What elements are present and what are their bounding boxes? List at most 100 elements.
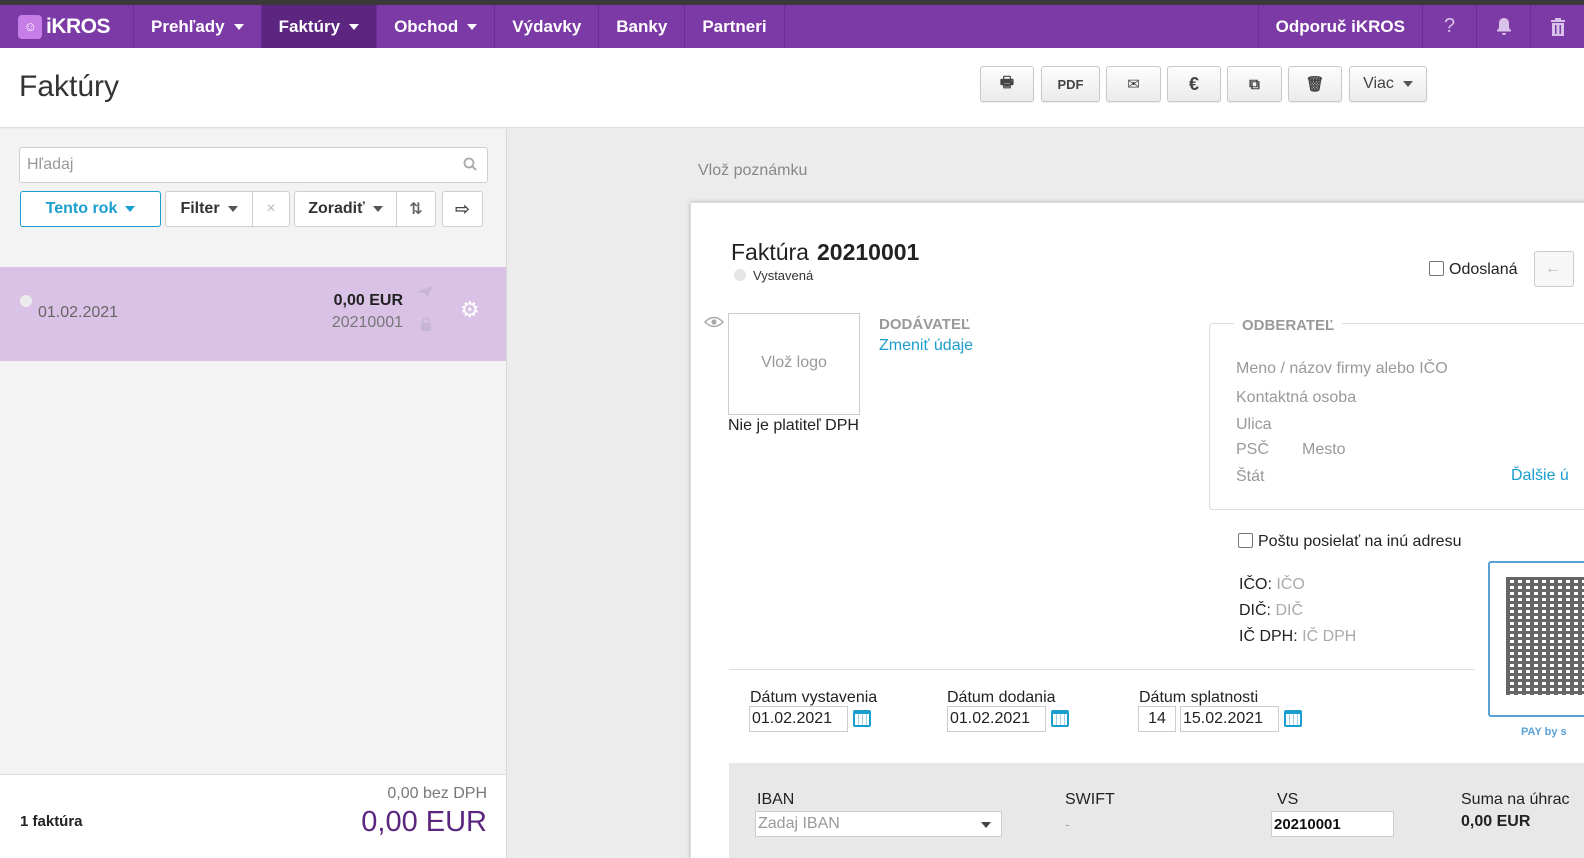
- invoice-title-label: Faktúra: [731, 239, 809, 265]
- logo-mark-icon: ☺: [18, 14, 42, 39]
- period-label: Tento rok: [45, 200, 118, 217]
- gear-icon[interactable]: ⚙: [460, 297, 480, 323]
- search-placeholder: Hľadaj: [27, 156, 74, 173]
- pdf-button[interactable]: PDF: [1041, 66, 1100, 102]
- calendar-icon[interactable]: [853, 710, 871, 727]
- chevron-down-icon: [125, 206, 136, 212]
- print-button[interactable]: 🖶: [980, 66, 1034, 102]
- swift-value: -: [1065, 816, 1070, 832]
- invoice-status: Vystavená: [753, 268, 814, 283]
- sort-direction-button[interactable]: ⇅: [396, 191, 436, 227]
- lock-icon: [420, 317, 432, 335]
- copy-button[interactable]: ⧉: [1227, 66, 1282, 102]
- help-icon[interactable]: ?: [1422, 5, 1476, 48]
- nav-item-label: Prehľady: [151, 16, 225, 36]
- invoice-list-item[interactable]: 01.02.2021 0,00 EUR 20210001 ⚙: [0, 267, 506, 361]
- qr-code: [1488, 561, 1584, 717]
- total-amount: 0,00 EUR: [361, 806, 487, 838]
- search-icon: [463, 157, 477, 175]
- pdf-label: PDF: [1057, 76, 1084, 92]
- refer-ikros-link[interactable]: Odporuč iKROS: [1259, 5, 1422, 48]
- clear-filter-button[interactable]: ×: [252, 191, 290, 227]
- issue-date-label: Dátum vystavenia: [750, 689, 878, 706]
- ico-placeholder: IČO: [1276, 576, 1305, 593]
- invoice-title: Faktúra 20210001: [731, 239, 919, 266]
- due-date-input[interactable]: 15.02.2021: [1180, 706, 1279, 732]
- calendar-icon[interactable]: [1051, 710, 1069, 727]
- eye-icon[interactable]: [703, 315, 725, 333]
- customer-street-field[interactable]: Ulica: [1236, 416, 1272, 434]
- vat-status-note: Nie je platiteľ DPH: [728, 417, 859, 434]
- status-dot: [20, 295, 32, 307]
- alt-post-address-checkbox[interactable]: Poštu posielať na inú adresu: [1238, 533, 1461, 551]
- nav-item-label: Obchod: [394, 16, 459, 36]
- trash-icon: 🗑: [1305, 76, 1325, 93]
- nav-item-vydavky[interactable]: Výdavky: [495, 5, 600, 48]
- ico-field[interactable]: IČO: IČO: [1239, 576, 1305, 594]
- sort-arrows-icon: ⇅: [409, 201, 423, 218]
- back-arrow-button[interactable]: ←: [1534, 251, 1574, 287]
- total-net: 0,00 bez DPH: [387, 785, 487, 802]
- filter-label: Filter: [180, 200, 220, 217]
- more-label: Viac: [1363, 75, 1394, 92]
- iban-select[interactable]: Zadaj IBAN: [755, 811, 1002, 837]
- sort-button[interactable]: Zoradiť: [294, 191, 397, 227]
- page-header: Faktúry 🖶 PDF ✉ € ⧉ 🗑 Viac: [0, 48, 1584, 128]
- period-filter-button[interactable]: Tento rok: [20, 191, 161, 227]
- customer-zip-field[interactable]: PSČ: [1236, 441, 1269, 459]
- nav-item-banky[interactable]: Banky: [599, 5, 686, 48]
- swift-label: SWIFT: [1065, 791, 1115, 808]
- issue-date-input[interactable]: 01.02.2021: [749, 706, 848, 732]
- invoice-amount: 0,00 EUR: [333, 292, 403, 309]
- filter-button[interactable]: Filter: [165, 191, 253, 227]
- calendar-icon[interactable]: [1284, 710, 1302, 727]
- chevron-down-icon: [349, 23, 360, 30]
- sent-checkbox[interactable]: Odoslaná: [1429, 261, 1518, 279]
- customer-country-field[interactable]: Štát: [1236, 468, 1264, 486]
- refer-label: Odporuč iKROS: [1275, 16, 1405, 36]
- email-button[interactable]: ✉: [1106, 66, 1161, 102]
- export-button[interactable]: ⇨: [442, 191, 483, 227]
- customer-name-field[interactable]: Meno / názov firmy alebo IČO: [1236, 360, 1448, 378]
- app-logo[interactable]: ☺ iKROS: [0, 5, 134, 48]
- add-note-link[interactable]: Vlož poznámku: [698, 162, 807, 180]
- checkbox-box[interactable]: [1429, 261, 1444, 276]
- nav-item-faktury[interactable]: Faktúry: [261, 5, 378, 48]
- bell-icon[interactable]: [1476, 5, 1530, 48]
- delivery-date-label: Dátum dodania: [947, 689, 1056, 706]
- customer-contact-field[interactable]: Kontaktná osoba: [1236, 389, 1356, 407]
- main-navbar: ☺ iKROS Prehľady Faktúry Obchod Výdavky …: [0, 5, 1584, 48]
- logo-text: iKROS: [46, 14, 111, 38]
- sum-label: Suma na úhrac: [1461, 791, 1570, 808]
- list-footer: 1 faktúra 0,00 bez DPH 0,00 EUR: [0, 774, 506, 858]
- customer-city-field[interactable]: Mesto: [1302, 441, 1346, 459]
- due-days-input[interactable]: 14: [1138, 706, 1176, 732]
- search-input[interactable]: Hľadaj: [19, 147, 488, 183]
- pay-by-square-label: PAY by s: [1521, 726, 1567, 738]
- delivery-date-input[interactable]: 01.02.2021: [947, 706, 1046, 732]
- nav-item-prehlady[interactable]: Prehľady: [134, 5, 262, 48]
- change-supplier-link[interactable]: Zmeniť údaje: [879, 337, 973, 355]
- sent-label: Odoslaná: [1449, 261, 1518, 278]
- icdph-label: IČ DPH:: [1239, 628, 1298, 645]
- printer-icon: 🖶: [999, 73, 1015, 91]
- sum-value: 0,00 EUR: [1461, 813, 1531, 830]
- nav-item-partneri[interactable]: Partneri: [685, 5, 785, 48]
- dic-field[interactable]: DIČ: DIČ: [1239, 602, 1303, 620]
- invoice-date: 01.02.2021: [38, 304, 119, 321]
- trash-icon[interactable]: [1530, 5, 1584, 48]
- chevron-down-icon: [227, 206, 238, 212]
- delete-button[interactable]: 🗑: [1288, 66, 1342, 102]
- more-button[interactable]: Viac: [1349, 66, 1427, 102]
- checkbox-box[interactable]: [1238, 533, 1253, 548]
- logo-upload-box[interactable]: Vlož logo: [728, 313, 860, 415]
- payment-button[interactable]: €: [1167, 66, 1221, 102]
- icdph-field[interactable]: IČ DPH: IČ DPH: [1239, 628, 1356, 646]
- export-icon: ⇨: [454, 198, 471, 219]
- vs-input[interactable]: 20210001: [1271, 811, 1394, 837]
- invoice-count: 1 faktúra: [20, 813, 83, 830]
- customer-heading: ODBERATEĽ: [1234, 317, 1343, 334]
- more-details-link[interactable]: Ďalšie ú: [1511, 467, 1569, 485]
- iban-label: IBAN: [757, 791, 795, 808]
- nav-item-obchod[interactable]: Obchod: [377, 5, 496, 48]
